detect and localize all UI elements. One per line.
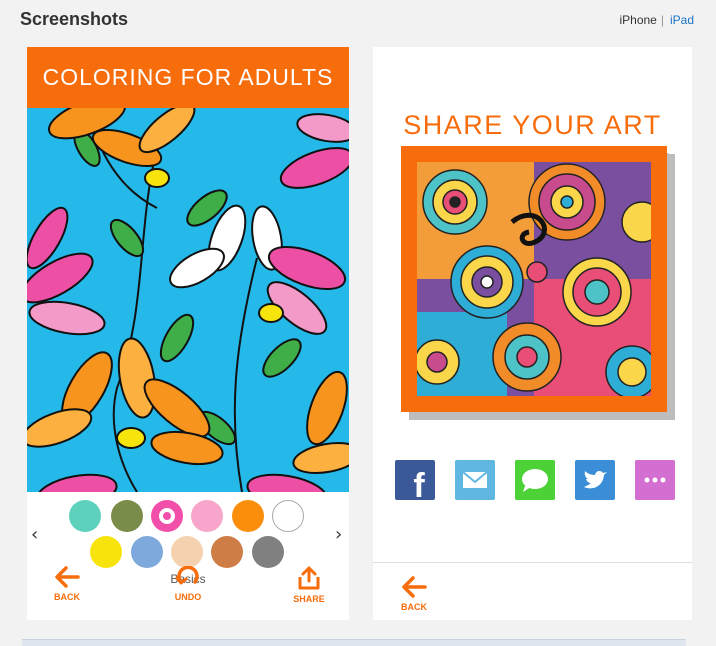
back-label: BACK bbox=[54, 592, 80, 602]
screenshots-header: Screenshots iPhone | iPad bbox=[0, 0, 716, 40]
bottom-bar-divider bbox=[373, 562, 692, 563]
device-iphone-link[interactable]: iPhone bbox=[619, 13, 656, 27]
svg-text:f: f bbox=[413, 467, 425, 500]
device-separator: | bbox=[660, 13, 664, 27]
share-title: SHARE YOUR ART bbox=[403, 110, 662, 140]
selected-indicator-dot bbox=[163, 512, 171, 520]
swatch-light-blue[interactable] bbox=[131, 536, 163, 568]
section-title: Screenshots bbox=[20, 9, 129, 29]
back-label: BACK bbox=[401, 602, 427, 612]
more-icon[interactable] bbox=[635, 460, 675, 500]
back-button[interactable]: BACK bbox=[37, 566, 97, 602]
facebook-icon[interactable]: f bbox=[395, 460, 435, 505]
mandala-artwork bbox=[417, 162, 651, 396]
twitter-icon[interactable] bbox=[575, 460, 615, 500]
swatch-white[interactable] bbox=[272, 500, 304, 532]
coloring-banner: COLORING FOR ADULTS bbox=[27, 47, 349, 108]
swatch-teal[interactable] bbox=[69, 500, 101, 532]
share-label: SHARE bbox=[293, 594, 325, 604]
swatch-brown[interactable] bbox=[211, 536, 243, 568]
swatch-olive[interactable] bbox=[111, 500, 143, 532]
arrow-left-icon bbox=[402, 576, 427, 598]
chevron-left-icon[interactable]: ‹ bbox=[31, 524, 38, 545]
chevron-right-icon[interactable]: › bbox=[335, 524, 342, 545]
share-icon bbox=[298, 566, 320, 590]
swatch-gray[interactable] bbox=[252, 536, 284, 568]
screenshot-coloring[interactable]: COLORING FOR ADULTS ‹ › Basics BACK UNDO… bbox=[27, 47, 349, 620]
back-button-share[interactable]: BACK bbox=[384, 576, 444, 612]
floral-coloring-artwork bbox=[27, 108, 349, 492]
swatch-magenta-selected[interactable] bbox=[151, 500, 183, 532]
swatch-orange[interactable] bbox=[232, 500, 264, 532]
device-ipad-link[interactable]: iPad bbox=[670, 13, 694, 27]
undo-icon bbox=[175, 566, 199, 585]
arrow-left-icon bbox=[55, 566, 80, 588]
share-button[interactable]: SHARE bbox=[279, 566, 339, 604]
device-switcher: iPhone | iPad bbox=[619, 13, 694, 27]
undo-label: UNDO bbox=[174, 592, 202, 602]
screenshot-share[interactable]: SHARE YOUR ART f BACK bbox=[373, 47, 692, 620]
message-icon[interactable] bbox=[515, 460, 555, 500]
email-icon[interactable] bbox=[455, 460, 495, 500]
swatch-pink[interactable] bbox=[191, 500, 223, 532]
undo-button[interactable]: UNDO bbox=[158, 566, 218, 602]
swatch-yellow[interactable] bbox=[90, 536, 122, 568]
swatch-peach[interactable] bbox=[171, 536, 203, 568]
